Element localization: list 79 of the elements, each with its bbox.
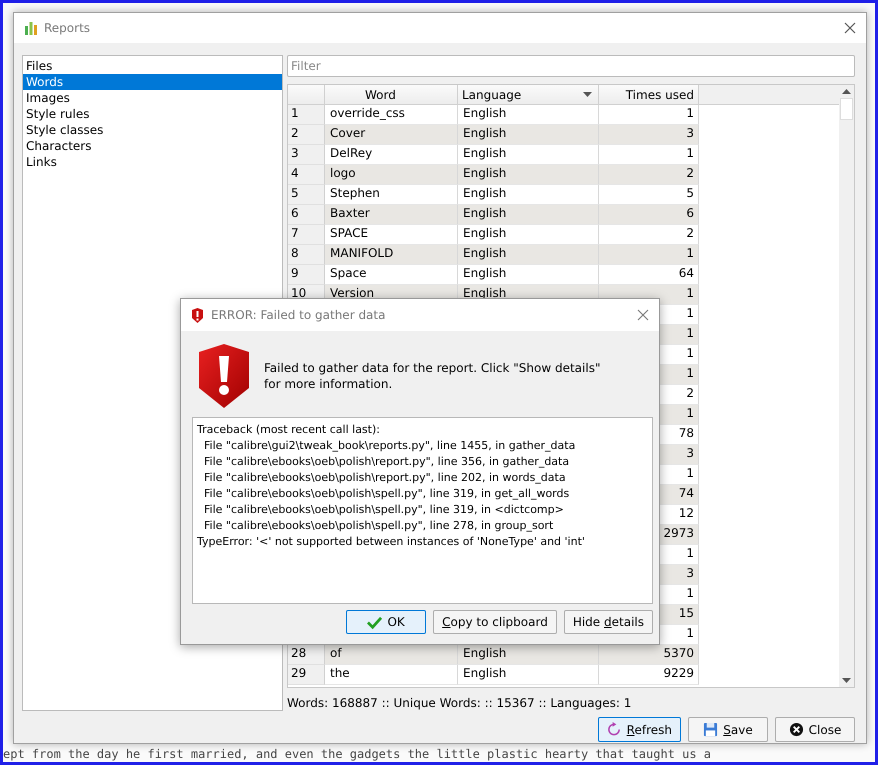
row-number: 5 [288, 185, 325, 205]
table-cell: the [325, 665, 458, 685]
table-cell: English [458, 105, 599, 125]
table-cell: 6 [599, 205, 699, 225]
row-number: 9 [288, 265, 325, 285]
table-cell: 1 [599, 245, 699, 265]
close-icon[interactable] [844, 22, 856, 34]
table-cell: Cover [325, 125, 458, 145]
table-cell: override_css [325, 105, 458, 125]
table-cell: MANIFOLD [325, 245, 458, 265]
refresh-button[interactable]: Refresh [598, 717, 681, 742]
table-cell: English [458, 125, 599, 145]
table-cell: 2 [599, 225, 699, 245]
row-number: 3 [288, 145, 325, 165]
row-number: 7 [288, 225, 325, 245]
sidebar-item[interactable]: Links [23, 154, 282, 170]
status-text: Words: 168887 :: Unique Words: :: 15367 :: Languages: 1 [287, 695, 632, 711]
scroll-thumb[interactable] [840, 98, 853, 120]
sidebar-item[interactable]: Style classes [23, 122, 282, 138]
table-cell: 5 [599, 185, 699, 205]
table-cell: English [458, 245, 599, 265]
bar-chart-icon [24, 21, 38, 35]
table-cell: English [458, 665, 599, 685]
details-button[interactable]: Hide details [564, 610, 653, 634]
shield-icon [191, 308, 204, 322]
table-cell: 2 [599, 165, 699, 185]
sidebar-item[interactable]: Images [23, 90, 282, 106]
table-cell: 1 [599, 145, 699, 165]
close-icon [788, 722, 804, 737]
row-number: 8 [288, 245, 325, 265]
editor-text-line: ept from the day he first married, and even the gadgets the little plastic hearty that taught us a [3, 747, 712, 761]
check-icon [367, 614, 382, 630]
row-number: 2 [288, 125, 325, 145]
error-shield-icon [197, 344, 251, 408]
table-cell: 64 [599, 265, 699, 285]
close-button[interactable]: Close [775, 717, 855, 742]
scroll-up-icon[interactable] [842, 89, 851, 94]
table-cell: 9229 [599, 665, 699, 685]
refresh-icon [606, 722, 622, 737]
row-number: 28 [288, 645, 325, 665]
ok-button[interactable]: OK [346, 610, 426, 634]
filter-field[interactable]: Filter [287, 55, 855, 77]
table-cell: Space [325, 265, 458, 285]
details-text: Traceback (most recent call last): File "calibre\gui2\tweak_book\reports.py", line 1455, in gather_data File "calibre\ebooks\oeb\polish\report.py", line 356, in gather_data File "calibre\ebooks\oeb\polish\report.py", line 202, in words_data File "calibre\ebooks\oeb\polish\spell.py", line 319, in get_all_words File "calibre\ebooks\oeb\polish\spell.py", line 319, in <dictcomp> File "calibre\ebooks\oeb\polish\spell.py", line 278, in group_sort TypeError: '<' not supported between instances of 'NoneType' and 'int' [192, 417, 653, 604]
sidebar-item[interactable]: Words [23, 74, 282, 90]
sidebar-item[interactable]: Files [23, 58, 282, 74]
row-number: 6 [288, 205, 325, 225]
scrollbar[interactable] [839, 85, 854, 687]
table-cell: English [458, 185, 599, 205]
row-number: 29 [288, 665, 325, 685]
table-cell: 5370 [599, 645, 699, 665]
window-title: Reports [44, 21, 92, 35]
table-cell: English [458, 645, 599, 665]
table-cell: 1 [599, 105, 699, 125]
row-number: 4 [288, 165, 325, 185]
table-cell: SPACE [325, 225, 458, 245]
sidebar-item[interactable]: Characters [23, 138, 282, 154]
table-cell: English [458, 265, 599, 285]
table-cell: English [458, 145, 599, 165]
table-cell: English [458, 205, 599, 225]
table-cell: DelRey [325, 145, 458, 165]
table-cell: logo [325, 165, 458, 185]
dialog-title: ERROR: Failed to gather data [211, 308, 386, 322]
table-cell: English [458, 225, 599, 245]
save-button[interactable]: Save [688, 717, 768, 742]
copy-button[interactable]: Copy to clipboard [433, 610, 557, 634]
table-cell: English [458, 165, 599, 185]
column-header[interactable]: Word [325, 85, 458, 104]
scroll-down-icon[interactable] [842, 678, 851, 683]
table-cell: 3 [599, 125, 699, 145]
column-header[interactable]: Times used [599, 85, 699, 104]
table-cell: Stephen [325, 185, 458, 205]
table-cell: of [325, 645, 458, 665]
close-icon[interactable] [637, 309, 649, 321]
row-number: 1 [288, 105, 325, 125]
error-message: Failed to gather data for the report. Click "Show details" for more information. [264, 360, 602, 392]
column-header[interactable]: Language [458, 85, 599, 104]
table-cell: Baxter [325, 205, 458, 225]
sidebar-item[interactable]: Style rules [23, 106, 282, 122]
